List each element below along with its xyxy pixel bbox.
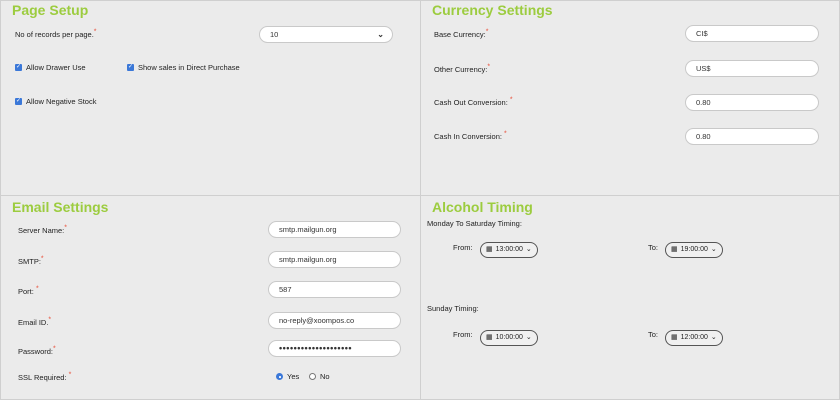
chevron-down-icon: ⌄ <box>525 334 532 341</box>
page-setup-title: Page Setup <box>12 2 89 18</box>
sunday-from-label: From: <box>453 330 473 339</box>
calendar-icon: ▦ <box>671 334 678 341</box>
cash-out-conversion-input[interactable]: 0.80 <box>685 94 819 111</box>
password-input[interactable]: •••••••••••••••••••• <box>268 340 401 357</box>
password-label: Password:* <box>18 345 56 357</box>
cash-out-conversion-label: Cash Out Conversion: * <box>434 96 513 108</box>
sunday-to-time-picker[interactable]: ▦ 12:00:00 ⌄ <box>665 330 723 346</box>
base-currency-input[interactable]: CI$ <box>685 25 819 42</box>
show-sales-checkbox[interactable]: ✓ Show sales in Direct Purchase <box>127 63 240 72</box>
weekday-to-time-picker[interactable]: ▦ 19:00:00 ⌄ <box>665 242 723 258</box>
calendar-icon: ▦ <box>671 246 678 253</box>
port-input[interactable]: 587 <box>268 281 401 298</box>
ssl-required-label: SSL Required: * <box>18 371 72 383</box>
required-mark: * <box>93 28 97 36</box>
other-currency-label: Other Currency:* <box>434 63 491 75</box>
checkbox-checked-icon: ✓ <box>15 98 22 105</box>
allow-negative-stock-label: Allow Negative Stock <box>26 97 97 106</box>
currency-settings-panel: Currency Settings Base Currency:* CI$ Ot… <box>420 0 840 196</box>
ssl-yes-radio[interactable]: Yes <box>276 372 299 381</box>
ssl-yes-label: Yes <box>287 372 300 381</box>
sunday-to-label: To: <box>648 330 659 339</box>
cash-in-conversion-label: Cash In Conversion: * <box>434 130 507 142</box>
email-id-input[interactable]: no-reply@xoompos.co <box>268 312 401 329</box>
alcohol-timing-title: Alcohol Timing <box>432 199 533 215</box>
ssl-no-radio[interactable]: No <box>309 372 330 381</box>
server-name-label: Server Name:* <box>18 224 67 236</box>
email-settings-panel: Email Settings Server Name:* smtp.mailgu… <box>0 195 421 400</box>
alcohol-timing-panel: Alcohol Timing Monday To Saturday Timing… <box>420 195 840 400</box>
radio-selected-icon <box>276 373 283 380</box>
other-currency-input[interactable]: US$ <box>685 60 819 77</box>
email-id-label: Email ID.* <box>18 316 52 328</box>
show-sales-label: Show sales in Direct Purchase <box>138 63 240 72</box>
checkbox-checked-icon: ✓ <box>15 64 22 71</box>
calendar-icon: ▦ <box>486 334 493 341</box>
weekday-from-time-picker[interactable]: ▦ 13:00:00 ⌄ <box>480 242 538 258</box>
records-per-page-label: No of records per page.* <box>15 28 97 40</box>
records-per-page-select[interactable]: 10 ⌄ <box>259 26 393 43</box>
weekday-from-label: From: <box>453 243 473 252</box>
email-settings-title: Email Settings <box>12 199 109 215</box>
sunday-from-time-picker[interactable]: ▦ 10:00:00 ⌄ <box>480 330 538 346</box>
chevron-down-icon: ⌄ <box>525 246 532 253</box>
smtp-input[interactable]: smtp.mailgun.org <box>268 251 401 268</box>
server-name-input[interactable]: smtp.mailgun.org <box>268 221 401 238</box>
weekday-to-label: To: <box>648 243 659 252</box>
page-setup-panel: Page Setup No of records per page.* 10 ⌄… <box>0 0 421 196</box>
sunday-to-value: 12:00:00 <box>680 334 708 341</box>
allow-drawer-checkbox[interactable]: ✓ Allow Drawer Use <box>15 63 86 72</box>
chevron-down-icon: ⌄ <box>710 334 717 341</box>
chevron-down-icon: ⌄ <box>377 30 384 39</box>
port-label: Port: * <box>18 285 39 297</box>
chevron-down-icon: ⌄ <box>710 246 717 253</box>
radio-unselected-icon <box>309 373 316 380</box>
smtp-label: SMTP:* <box>18 255 44 267</box>
allow-negative-stock-checkbox[interactable]: ✓ Allow Negative Stock <box>15 97 96 106</box>
sunday-from-value: 10:00:00 <box>495 334 523 341</box>
weekday-timing-label: Monday To Saturday Timing: <box>427 219 522 228</box>
weekday-to-value: 19:00:00 <box>680 246 708 253</box>
records-per-page-value: 10 <box>270 30 279 39</box>
base-currency-label: Base Currency:* <box>434 28 489 40</box>
ssl-no-label: No <box>320 372 330 381</box>
checkbox-checked-icon: ✓ <box>127 64 134 71</box>
currency-settings-title: Currency Settings <box>432 2 553 18</box>
allow-drawer-label: Allow Drawer Use <box>26 63 86 72</box>
cash-in-conversion-input[interactable]: 0.80 <box>685 128 819 145</box>
calendar-icon: ▦ <box>486 246 493 253</box>
sunday-timing-label: Sunday Timing: <box>427 304 479 313</box>
weekday-from-value: 13:00:00 <box>495 246 523 253</box>
